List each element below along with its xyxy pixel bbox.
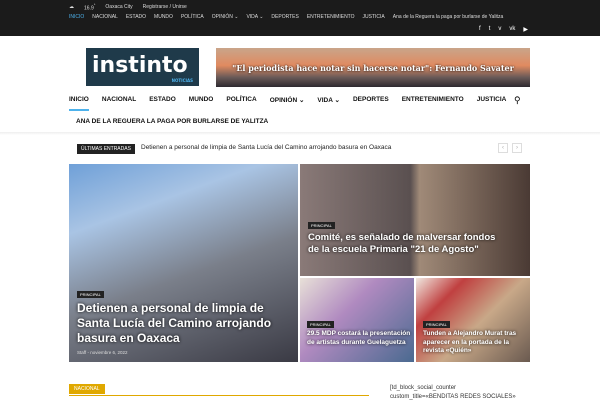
top-menu-item[interactable]: DEPORTES: [271, 14, 298, 20]
top-menu-item[interactable]: INICIO: [69, 14, 84, 20]
top-menu-item[interactable]: POLÍTICA: [181, 14, 204, 20]
category-badge[interactable]: PRINCIPAL: [308, 222, 335, 229]
article-title[interactable]: Detienen a personal de limpia de Santa L…: [77, 301, 277, 346]
register-link[interactable]: Registrarse / Unirse: [143, 4, 187, 10]
section-divider: [69, 395, 369, 396]
header-banner[interactable]: "El periodista hace notar sin hacerse no…: [216, 48, 530, 87]
article-title[interactable]: Comité, es señalado de malversar fondos …: [308, 232, 508, 256]
site-logo[interactable]: instinto NOTICIAS: [86, 48, 199, 86]
logo-subtitle: NOTICIAS: [171, 78, 193, 83]
featured-article[interactable]: PRINCIPAL Detienen a personal de limpia …: [69, 164, 298, 362]
category-badge[interactable]: PRINCIPAL: [423, 321, 450, 328]
section-label-nacional[interactable]: NACIONAL: [69, 384, 105, 394]
temperature: 16.9: [84, 5, 94, 12]
top-menu-item[interactable]: OPINIÓN ⌄: [212, 14, 239, 20]
date: noviembre 6, 2022: [90, 350, 128, 355]
sidebar-line: custom_title=«BENDITAS REDES SOCIALES»: [390, 394, 516, 400]
top-menu-item[interactable]: ESTADO: [126, 14, 146, 20]
top-menu-item[interactable]: MUNDO: [154, 14, 173, 20]
sidebar-shortcode-text: [td_block_social_counter custom_title=«BE…: [390, 384, 516, 402]
top-menu-item[interactable]: Ana de la Reguera la paga por burlarse d…: [393, 14, 503, 20]
banner-text: "El periodista hace notar sin hacerse no…: [232, 62, 514, 73]
ticker-headline[interactable]: Detienen a personal de limpia de Santa L…: [141, 144, 391, 151]
article-tile[interactable]: PRINCIPAL 29.5 MDP costará la presentaci…: [300, 278, 414, 362]
nav-item-opinion[interactable]: OPINIÓN ⌄: [270, 96, 305, 111]
nav-item-nacional[interactable]: NACIONAL: [102, 96, 136, 111]
ticker-next-button[interactable]: ›: [512, 143, 522, 153]
nav-item-inicio[interactable]: INICIO: [69, 96, 89, 111]
nav-item-vida[interactable]: VIDA ⌄: [317, 96, 340, 111]
top-bar: ☁ 16.9° Oaxaca City Registrarse / Unirse…: [0, 0, 600, 36]
nav-item-politica[interactable]: POLÍTICA: [226, 96, 256, 111]
ticker-label: ÚLTIMAS ENTRADAS: [77, 144, 135, 154]
weather-icon: ☁: [69, 4, 74, 11]
author[interactable]: Staff: [77, 350, 86, 355]
nav-item-estado[interactable]: ESTADO: [149, 96, 176, 111]
category-badge[interactable]: PRINCIPAL: [307, 321, 334, 328]
article-title[interactable]: Tunden a Alejandro Murat tras aparecer e…: [423, 330, 527, 356]
vimeo-icon[interactable]: v: [498, 26, 501, 33]
nav-item-justicia[interactable]: JUSTICIA: [477, 96, 507, 111]
article-tile[interactable]: PRINCIPAL Tunden a Alejandro Murat tras …: [416, 278, 530, 362]
main-nav: INICIO NACIONAL ESTADO MUNDO POLÍTICA OP…: [69, 96, 506, 111]
top-menu-item[interactable]: VIDA ⌄: [246, 14, 263, 20]
category-badge[interactable]: PRINCIPAL: [77, 291, 104, 298]
sidebar-line: [td_block_social_counter: [390, 385, 457, 391]
facebook-icon[interactable]: f: [479, 26, 481, 33]
divider: [0, 132, 600, 135]
youtube-icon[interactable]: ▶: [523, 26, 528, 33]
vk-icon[interactable]: vk: [509, 26, 515, 33]
temp-unit: °: [93, 3, 96, 8]
twitter-icon[interactable]: t: [489, 26, 491, 33]
ticker-prev-button[interactable]: ‹: [498, 143, 508, 153]
top-menu-item[interactable]: NACIONAL: [92, 14, 118, 20]
search-icon[interactable]: ⚲: [514, 95, 521, 106]
logo-text: instinto: [92, 53, 188, 78]
article-title[interactable]: 29.5 MDP costará la presentación de arti…: [307, 330, 411, 347]
city: Oaxaca City: [105, 4, 133, 11]
top-menu-item[interactable]: ENTRETENIMIENTO: [307, 14, 355, 20]
nav-item-deportes[interactable]: DEPORTES: [353, 96, 389, 111]
article-tile[interactable]: PRINCIPAL Comité, es señalado de malvers…: [300, 164, 530, 276]
nav-item-mundo[interactable]: MUNDO: [189, 96, 214, 111]
nav-item-entretenimiento[interactable]: ENTRETENIMIENTO: [402, 96, 464, 111]
nav-item-ana[interactable]: ANA DE LA REGUERA LA PAGA POR BURLARSE D…: [76, 118, 268, 125]
top-menu-item[interactable]: JUSTICIA: [363, 14, 385, 20]
